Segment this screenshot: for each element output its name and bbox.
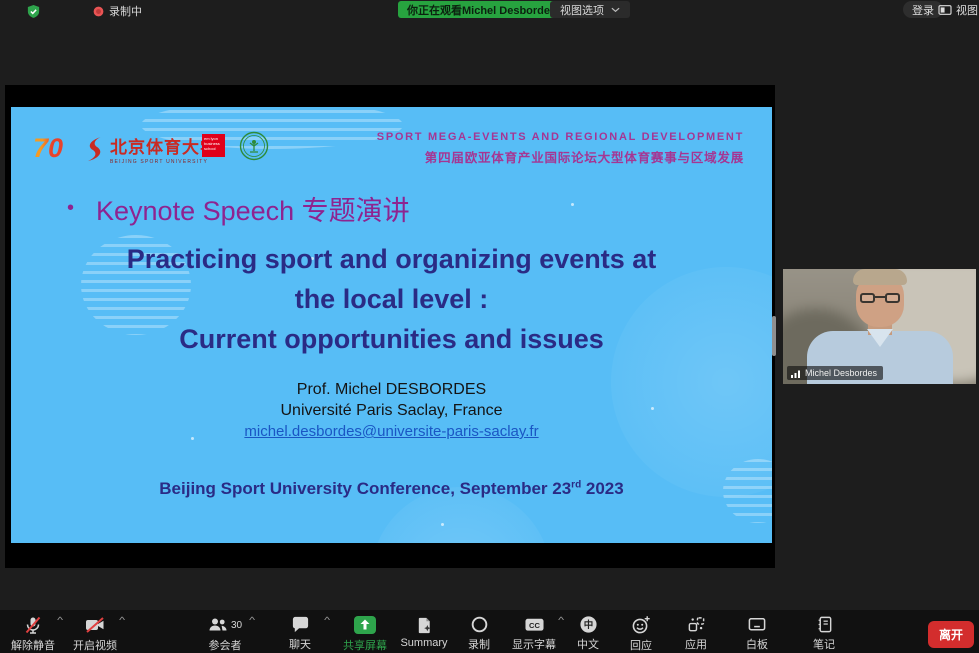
language-icon: 中 — [579, 615, 598, 634]
chevron-up-icon[interactable]: ^ — [324, 615, 330, 625]
speaker-block: Prof. Michel DESBORDES Université Paris … — [11, 379, 772, 442]
slide-title-line-3: Current opportunities and issues — [11, 319, 772, 359]
top-bar: 录制中 你正在观看Michel Desbordes的屏幕 视图选项 登录 视图 — [0, 0, 979, 22]
meeting-toolbar: ^ 解除静音 ^ 开启视频 30 ^ 参会者 — [0, 610, 979, 653]
start-video-label: 开启视频 — [73, 637, 117, 653]
share-screen-icon — [353, 615, 377, 635]
view-options-label: 视图选项 — [560, 2, 604, 18]
reactions-smiley-icon — [631, 615, 651, 635]
view-options-button[interactable]: 视图选项 — [550, 1, 630, 18]
start-video-button[interactable]: ^ 开启视频 — [63, 615, 127, 651]
speaker-name: Prof. Michel DESBORDES — [11, 379, 772, 400]
reactions-label: 回应 — [630, 637, 652, 653]
apps-icon — [687, 615, 706, 634]
signin-button[interactable]: 登录 — [903, 1, 943, 18]
record-icon — [470, 615, 489, 634]
chevron-up-icon[interactable]: ^ — [57, 615, 63, 625]
anniversary-70-logo: 70 — [33, 133, 63, 163]
panel-resize-handle[interactable] — [772, 316, 776, 356]
participants-icon — [208, 615, 228, 635]
share-screen-label: 共享屏幕 — [343, 637, 387, 653]
chevron-up-icon[interactable]: ^ — [249, 615, 255, 625]
captions-label: 显示字幕 — [512, 636, 556, 652]
shared-screen-region: 70 北京体育大学 BEIJING SPORT UNIVERSITY em ly… — [5, 85, 775, 568]
chat-button[interactable]: ^ 聊天 — [268, 615, 332, 651]
recording-label: 录制中 — [109, 3, 142, 19]
view-layout-icon — [938, 4, 952, 16]
footer-text: Beijing Sport University Conference, Sep… — [159, 479, 571, 498]
view-button[interactable]: 视图 — [938, 1, 978, 18]
whiteboard-button[interactable]: 白板 — [725, 615, 789, 651]
share-screen-button[interactable]: 共享屏幕 — [333, 615, 397, 651]
glasses-icon — [860, 293, 900, 303]
keynote-title: Keynote Speech 专题演讲 — [96, 189, 410, 228]
unmute-label: 解除静音 — [11, 637, 55, 653]
recording-dot-icon — [92, 5, 105, 18]
signin-label: 登录 — [912, 2, 934, 18]
participant-video-tile[interactable]: Michel Desbordes — [783, 269, 976, 384]
security-shield-icon — [26, 4, 41, 19]
apps-label: 应用 — [685, 636, 707, 652]
notes-button[interactable]: 笔记 — [792, 615, 856, 651]
view-label: 视图 — [956, 2, 978, 18]
captions-cc-icon: CC — [524, 615, 545, 634]
participants-button[interactable]: 30 ^ 参会者 — [193, 615, 257, 651]
keynote-heading: • Keynote Speech 专题演讲 — [67, 189, 410, 228]
unmute-button[interactable]: ^ 解除静音 — [1, 615, 65, 651]
participants-label: 参会者 — [209, 637, 242, 653]
dot-decoration — [441, 523, 444, 526]
whiteboard-label: 白板 — [746, 636, 768, 652]
participant-name: Michel Desbordes — [805, 368, 877, 378]
summary-icon — [415, 616, 434, 635]
conference-header-en: SPORT MEGA-EVENTS AND REGIONAL DEVELOPME… — [377, 131, 744, 143]
emlyon-logo: em lyon business school — [202, 134, 225, 157]
presentation-slide: 70 北京体育大学 BEIJING SPORT UNIVERSITY em ly… — [11, 107, 772, 543]
audio-signal-icon — [791, 369, 801, 378]
chevron-up-icon[interactable]: ^ — [119, 615, 125, 625]
beijing-sport-university-logo: 北京体育大学 BEIJING SPORT UNIVERSITY — [83, 133, 218, 165]
whiteboard-icon — [747, 615, 767, 634]
chat-icon — [291, 615, 310, 634]
dot-decoration — [571, 203, 574, 206]
security-status — [26, 0, 41, 22]
slide-title-line-1: Practicing sport and organizing events a… — [11, 239, 772, 279]
participant-hair — [853, 269, 907, 285]
chat-label: 聊天 — [289, 636, 311, 652]
slide-title: Practicing sport and organizing events a… — [11, 239, 772, 359]
mic-off-icon — [23, 615, 43, 635]
svg-text:CC: CC — [529, 621, 540, 630]
bsu-swoosh-icon — [83, 135, 106, 163]
recording-indicator: 录制中 — [92, 0, 142, 22]
summary-label: Summary — [400, 637, 447, 649]
chevron-down-icon — [611, 7, 620, 13]
leave-meeting-button[interactable]: 离开 — [928, 621, 974, 648]
notes-icon — [815, 615, 834, 634]
participant-name-label: Michel Desbordes — [787, 366, 883, 380]
bsu-name-en: BEIJING SPORT UNIVERSITY — [110, 159, 218, 165]
notes-label: 笔记 — [813, 636, 835, 652]
participants-count: 30 — [231, 620, 242, 631]
speaker-affiliation: Université Paris Saclay, France — [11, 400, 772, 421]
bullet-icon: • — [67, 197, 74, 220]
record-label: 录制 — [468, 636, 490, 652]
slide-title-line-2: the local level : — [11, 279, 772, 319]
footer-ordinal: rd — [571, 479, 581, 490]
language-label: 中文 — [577, 636, 599, 652]
footer-year: 2023 — [581, 479, 624, 498]
camera-off-icon — [84, 615, 106, 635]
svg-text:中: 中 — [583, 619, 593, 631]
conference-header-zh: 第四届欧亚体育产业国际论坛大型体育赛事与区域发展 — [425, 147, 744, 166]
slide-footer: Beijing Sport University Conference, Sep… — [11, 479, 772, 499]
apps-button[interactable]: 应用 — [664, 615, 728, 651]
green-emblem-icon — [239, 131, 269, 161]
speaker-email-link[interactable]: michel.desbordes@universite-paris-saclay… — [244, 423, 538, 440]
